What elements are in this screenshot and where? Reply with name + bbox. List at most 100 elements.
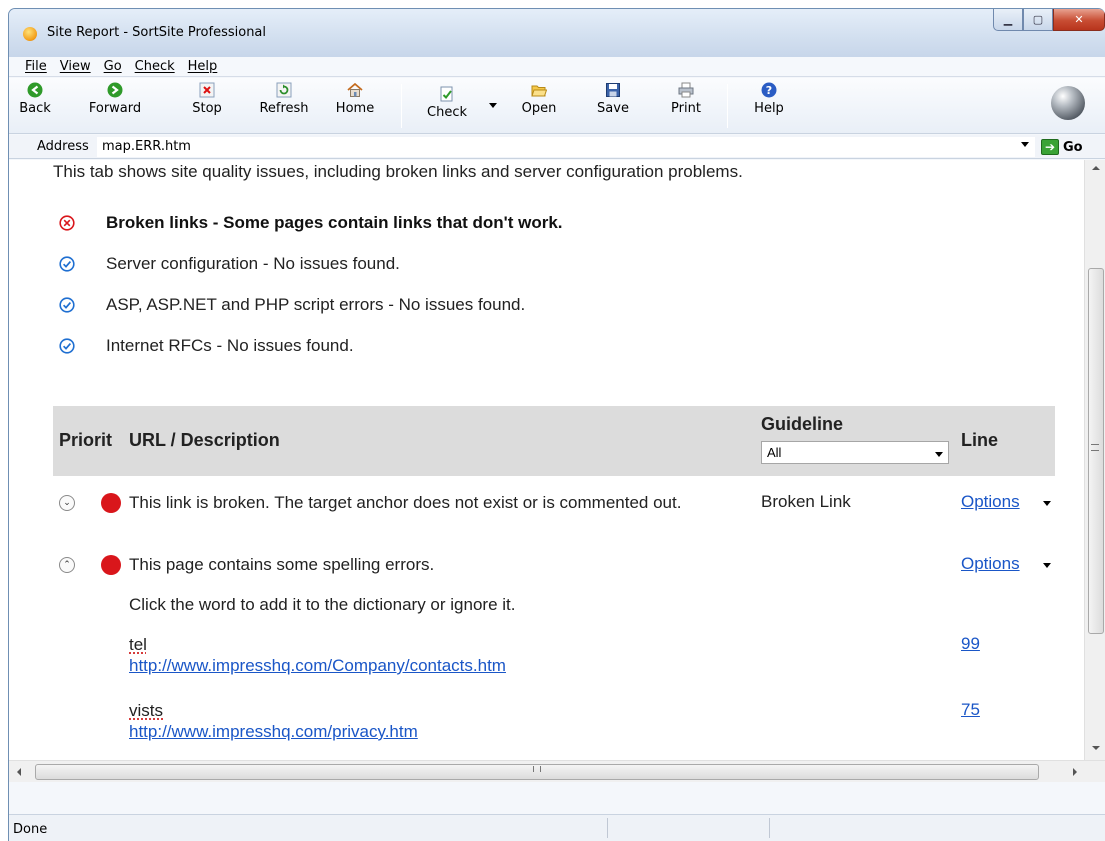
close-icon: ✕ (1074, 13, 1084, 26)
scroll-right-icon[interactable] (1073, 768, 1077, 776)
app-window: Site Report - SortSite Professional ▁ ▢ … (8, 8, 1105, 841)
address-input[interactable]: map.ERR.htm (97, 137, 1035, 157)
close-button[interactable]: ✕ (1053, 9, 1105, 31)
misspelled-word[interactable]: vists (129, 700, 689, 721)
menu-view[interactable]: View (60, 59, 91, 74)
check-item-server-configuration[interactable]: Server configuration - No issues found. (53, 243, 563, 284)
open-label: Open (521, 101, 557, 116)
home-icon (347, 82, 363, 97)
forward-button[interactable]: Forward (65, 82, 165, 116)
line-number-link[interactable]: 99 (961, 634, 980, 654)
check-item-internet-rfcs[interactable]: Internet RFCs - No issues found. (53, 325, 563, 366)
error-icon (59, 214, 75, 231)
window-controls: ▁ ▢ ✕ (993, 9, 1105, 31)
menu-bar: File View Go Check Help (9, 57, 1105, 77)
line-number-link[interactable]: 75 (961, 700, 980, 720)
vertical-scroll-thumb[interactable] (1088, 268, 1104, 634)
check-item-broken-links[interactable]: Broken links - Some pages contain links … (53, 202, 563, 243)
globe-icon (1051, 86, 1085, 120)
options-dropdown-icon[interactable] (1043, 501, 1051, 506)
scroll-up-icon[interactable] (1092, 166, 1100, 170)
refresh-button[interactable]: Refresh (254, 82, 314, 116)
help-label: Help (754, 101, 784, 116)
open-button[interactable]: Open (517, 82, 561, 116)
collapse-icon[interactable]: ⌃ (59, 557, 75, 573)
options-link[interactable]: Options (961, 492, 1020, 512)
save-disk-icon (606, 83, 620, 97)
maximize-icon: ▢ (1032, 13, 1044, 26)
url-column-header[interactable]: URL / Description (129, 430, 280, 451)
back-icon (27, 82, 43, 98)
horizontal-scrollbar[interactable] (9, 760, 1105, 782)
check-item-label: Server configuration - No issues found. (106, 253, 400, 273)
table-row: ⌃ This page contains some spelling error… (53, 554, 1055, 580)
address-label: Address (37, 139, 89, 154)
intro-text: This tab shows site quality issues, incl… (53, 162, 743, 181)
stop-label: Stop (192, 101, 222, 116)
window-title: Site Report - SortSite Professional (47, 25, 267, 40)
spelling-item-body: vists http://www.impresshq.com/privacy.h… (129, 700, 689, 742)
svg-text:?: ? (766, 84, 772, 97)
priority-high-icon (101, 555, 121, 575)
issue-description: This page contains some spelling errors. (129, 555, 435, 574)
back-label: Back (19, 101, 51, 116)
check-label: Check (427, 105, 467, 120)
expand-icon[interactable]: ⌄ (59, 495, 75, 511)
check-item-script-errors[interactable]: ASP, ASP.NET and PHP script errors - No … (53, 284, 563, 325)
options-link[interactable]: Options (961, 554, 1020, 574)
priority-column-header[interactable]: Priorit (59, 430, 112, 451)
check-button[interactable]: Check (417, 86, 477, 120)
help-icon: ? (761, 82, 777, 98)
options-dropdown-icon[interactable] (1043, 563, 1051, 568)
menu-go[interactable]: Go (104, 59, 122, 74)
save-button[interactable]: Save (593, 82, 633, 116)
minimize-button[interactable]: ▁ (993, 9, 1023, 31)
address-dropdown-icon[interactable] (1021, 142, 1029, 147)
issues-table-header: Priorit URL / Description Guideline All … (53, 406, 1055, 476)
spelling-note: Click the word to add it to the dictiona… (129, 595, 516, 614)
help-button[interactable]: ? Help (751, 82, 787, 116)
menu-help[interactable]: Help (188, 59, 218, 74)
guideline-column-header[interactable]: Guideline (761, 414, 843, 435)
print-button[interactable]: Print (666, 82, 706, 116)
guideline-filter-select[interactable]: All (761, 441, 949, 464)
check-item-label: Broken links - Some pages contain links … (106, 212, 563, 232)
scroll-left-icon[interactable] (17, 768, 21, 776)
chevron-down-icon (935, 452, 943, 457)
scroll-grip-icon (1091, 444, 1099, 451)
window-body: File View Go Check Help Back Forward Sto… (9, 57, 1105, 841)
menu-check[interactable]: Check (135, 59, 175, 74)
page-url-link[interactable]: http://www.impresshq.com/Company/contact… (129, 655, 689, 676)
status-text: Done (13, 822, 48, 837)
minimize-icon: ▁ (1003, 13, 1013, 26)
forward-icon (107, 82, 123, 98)
go-arrow-icon: ➔ (1041, 139, 1059, 155)
go-button[interactable]: ➔ Go (1041, 137, 1083, 157)
vertical-scrollbar[interactable] (1084, 160, 1105, 760)
line-column-header[interactable]: Line (961, 430, 998, 451)
go-label: Go (1063, 139, 1083, 155)
open-folder-icon (531, 85, 547, 97)
page-url-link[interactable]: http://www.impresshq.com/privacy.htm (129, 721, 689, 742)
scroll-grip-icon (533, 766, 541, 772)
menu-file[interactable]: File (25, 59, 47, 74)
status-separator (607, 818, 608, 838)
stop-button[interactable]: Stop (187, 82, 227, 116)
ok-check-icon (59, 337, 75, 354)
scroll-down-icon[interactable] (1092, 746, 1100, 750)
check-icon (440, 86, 453, 102)
spelling-note-row: Click the word to add it to the dictiona… (53, 594, 1055, 618)
back-button[interactable]: Back (17, 82, 53, 116)
check-item-label: Internet RFCs - No issues found. (106, 335, 354, 355)
check-item-label: ASP, ASP.NET and PHP script errors - No … (106, 294, 526, 314)
check-dropdown-icon[interactable] (489, 103, 497, 108)
maximize-button[interactable]: ▢ (1023, 9, 1053, 31)
spelling-item-body: tel http://www.impresshq.com/Company/con… (129, 634, 689, 676)
printer-icon (678, 82, 694, 98)
save-label: Save (597, 101, 629, 116)
status-separator (769, 818, 770, 838)
guideline-filter-value: All (767, 445, 782, 460)
home-label: Home (335, 101, 375, 116)
home-button[interactable]: Home (329, 82, 381, 116)
misspelled-word[interactable]: tel (129, 634, 689, 655)
